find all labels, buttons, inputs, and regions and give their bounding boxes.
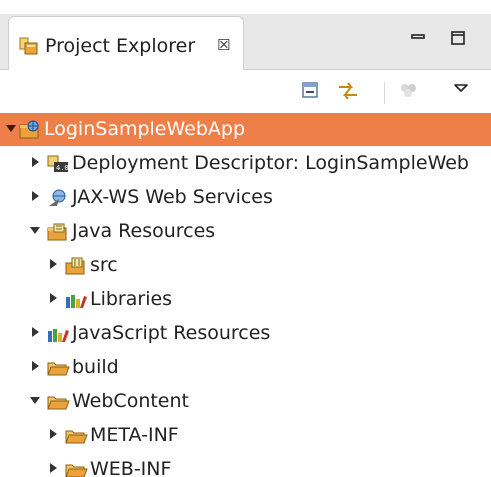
tree-item-label: build	[72, 356, 119, 378]
tree-item-deployment-descriptor[interactable]: 4.0 Deployment Descriptor: LoginSampleWe…	[0, 147, 491, 180]
tree-item-label: Deployment Descriptor: LoginSampleWeb	[72, 152, 469, 174]
deployment-descriptor-icon: 4.0	[46, 154, 70, 178]
maximize-icon[interactable]	[450, 30, 466, 50]
top-strip	[0, 0, 491, 14]
tree-item-label: WebContent	[72, 390, 189, 412]
folder-icon	[46, 358, 70, 382]
tree-item-label: META-INF	[90, 424, 179, 446]
toolbar-separator	[384, 82, 385, 104]
view-tab-bar: Project Explorer ☒	[0, 14, 491, 70]
tab-project-explorer[interactable]: Project Explorer ☒	[8, 16, 244, 70]
filters-icon[interactable]	[398, 80, 420, 104]
tree-item-build[interactable]: build	[0, 351, 491, 384]
folder-icon	[64, 426, 88, 450]
tree-item-label: src	[90, 254, 118, 276]
tree-item-label: LoginSampleWebApp	[44, 118, 246, 140]
link-with-editor-icon[interactable]	[336, 80, 360, 106]
tree-item-label: JavaScript Resources	[72, 322, 271, 344]
view-menu-icon[interactable]	[452, 80, 470, 100]
web-services-icon	[46, 188, 70, 212]
close-icon[interactable]: ☒	[217, 36, 230, 54]
collapsed-arrow-icon[interactable]	[32, 361, 39, 371]
tree-item-webcontent[interactable]: WebContent	[0, 385, 491, 418]
expanded-arrow-icon[interactable]	[30, 397, 40, 404]
tree-item-java-resources[interactable]: Java Resources	[0, 215, 491, 248]
tree-item-label: WEB-INF	[90, 458, 172, 477]
collapse-all-icon[interactable]	[300, 80, 320, 104]
collapsed-arrow-icon[interactable]	[32, 327, 39, 337]
tree-item-src[interactable]: src	[0, 249, 491, 282]
web-project-icon	[18, 120, 40, 144]
collapsed-arrow-icon[interactable]	[50, 259, 57, 269]
folder-icon	[64, 460, 88, 477]
tree-item-label: Libraries	[90, 288, 173, 310]
tree-item-jax-ws-web-services[interactable]: JAX-WS Web Services	[0, 181, 491, 214]
libraries-icon	[64, 290, 88, 314]
tree-item-loginsamplewebapp[interactable]: LoginSampleWebApp	[0, 113, 491, 146]
collapsed-arrow-icon[interactable]	[50, 293, 57, 303]
project-explorer-icon	[19, 36, 39, 60]
collapsed-arrow-icon[interactable]	[32, 191, 39, 201]
collapsed-arrow-icon[interactable]	[32, 157, 39, 167]
tree-item-javascript-resources[interactable]: JavaScript Resources	[0, 317, 491, 350]
collapsed-arrow-icon[interactable]	[50, 429, 57, 439]
tree-item-meta-inf[interactable]: META-INF	[0, 419, 491, 452]
tab-title: Project Explorer	[45, 35, 196, 57]
source-folder-icon	[64, 256, 88, 280]
tree-item-label: Java Resources	[72, 220, 216, 242]
folder-icon	[46, 392, 70, 416]
java-resources-icon	[46, 222, 70, 246]
expanded-arrow-icon[interactable]	[30, 227, 40, 234]
tree-item-label: JAX-WS Web Services	[72, 186, 273, 208]
svg-text:4.0: 4.0	[56, 164, 69, 172]
collapsed-arrow-icon[interactable]	[50, 463, 57, 473]
project-tree: LoginSampleWebApp 4.0 Deployment Descrip…	[0, 113, 491, 477]
view-toolbar	[0, 70, 491, 112]
tree-item-web-inf[interactable]: WEB-INF	[0, 453, 491, 477]
expanded-arrow-icon[interactable]	[6, 125, 16, 132]
tree-item-libraries[interactable]: Libraries	[0, 283, 491, 316]
libraries-icon	[46, 324, 70, 348]
minimize-icon[interactable]	[410, 30, 426, 50]
